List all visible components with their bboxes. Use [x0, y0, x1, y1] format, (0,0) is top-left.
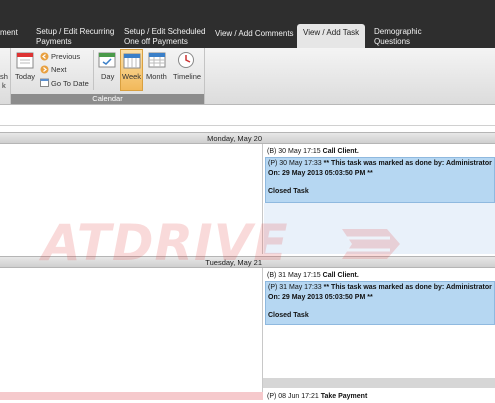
appointment-title: ** This task was marked as done by: Admi…	[323, 284, 492, 291]
month-view-button[interactable]: Month	[146, 72, 167, 81]
go-to-date-icon[interactable]	[40, 78, 49, 87]
tab-setup-scheduled-payments[interactable]: Setup / Edit Scheduled One off Payments	[124, 0, 205, 48]
week-view-button[interactable]: Week	[120, 49, 143, 91]
tab-demographic-questions[interactable]: Demographic Questions	[374, 0, 422, 48]
appointment-status: Closed Task	[268, 312, 309, 319]
tab-view-add-comments[interactable]: View / Add Comments	[215, 0, 294, 48]
weekend-cell[interactable]	[0, 392, 263, 400]
day-header-monday: Monday, May 20	[0, 132, 495, 144]
scheduler-toolbar-strip	[0, 105, 495, 126]
appointment-done-date: On: 29 May 2013 05:03:50 PM **	[268, 169, 373, 177]
day-divider	[263, 378, 495, 388]
tab-setup-recurring-payments[interactable]: Setup / Edit Recurring Payments	[36, 0, 114, 48]
appointment-body-shade	[264, 203, 495, 254]
ribbon-empty-area	[205, 48, 495, 104]
today-button[interactable]: Today	[15, 72, 35, 81]
appointment-done-date: On: 29 May 2013 05:03:50 PM **	[268, 293, 373, 301]
appointment-title: Take Payment	[320, 393, 368, 400]
appointment-prefix: (P) 31 May 17:33	[268, 284, 322, 291]
appointment-status: Closed Task	[268, 188, 309, 195]
calendar-group-label: Calendar	[11, 94, 204, 104]
appointment-prefix: (P) 08 Jun 17:21	[267, 393, 319, 400]
ribbon: sh k Today Previous Next Go To Date Day …	[0, 48, 495, 105]
refresh-label-fragment[interactable]: sh	[0, 72, 8, 81]
appointment-title: Call Client.	[322, 272, 359, 279]
appointment-call-client[interactable]: (B) 31 May 17:15 Call Client.	[265, 270, 495, 282]
ribbon-group-partial: sh k	[0, 48, 11, 104]
day-header-label: Monday, May 20	[207, 134, 262, 143]
appointment-call-client[interactable]: (B) 30 May 17:15 Call Client.	[265, 146, 495, 158]
today-calendar-icon[interactable]	[15, 51, 35, 69]
go-to-date-button[interactable]: Go To Date	[51, 79, 89, 88]
ribbon-separator	[93, 50, 94, 90]
week-view-label: Week	[122, 72, 142, 81]
previous-arrow-icon[interactable]	[40, 52, 49, 61]
appointment-prefix: (B) 30 May 17:15	[267, 148, 321, 155]
day-time-column[interactable]	[0, 144, 263, 254]
day-header-tuesday: Tuesday, May 21	[0, 256, 495, 268]
appointment-closed-task[interactable]: (P) 30 May 17:33 ** This task was marked…	[265, 157, 495, 203]
day-view-button[interactable]: Day	[101, 72, 114, 81]
refresh-label-fragment-2: k	[2, 81, 6, 90]
week-view-icon	[123, 53, 141, 69]
appointment-title: ** This task was marked as done by: Admi…	[323, 160, 492, 167]
module-tab-bar: ment Setup / Edit Recurring Payments Set…	[0, 0, 495, 48]
tab-payment[interactable]: ment	[0, 0, 18, 48]
day-time-column[interactable]	[0, 268, 263, 392]
appointment-take-payment[interactable]: (P) 08 Jun 17:21 Take Payment	[265, 391, 495, 403]
appointment-prefix: (B) 31 May 17:15	[267, 272, 321, 279]
day-view-icon[interactable]	[98, 52, 116, 68]
appointment-closed-task[interactable]: (P) 31 May 17:33 ** This task was marked…	[265, 281, 495, 325]
month-view-icon[interactable]	[148, 52, 166, 68]
timeline-view-button[interactable]: Timeline	[173, 72, 201, 81]
day-header-label: Tuesday, May 21	[205, 258, 262, 267]
appointment-prefix: (P) 30 May 17:33	[268, 160, 322, 167]
tab-view-add-task[interactable]: View / Add Task	[297, 24, 366, 48]
next-arrow-icon[interactable]	[40, 65, 49, 74]
previous-button[interactable]: Previous	[51, 52, 80, 61]
timeline-view-icon[interactable]	[177, 51, 195, 69]
appointment-title: Call Client.	[322, 148, 359, 155]
ribbon-group-calendar: Today Previous Next Go To Date Day Week …	[11, 48, 205, 104]
next-button[interactable]: Next	[51, 65, 66, 74]
